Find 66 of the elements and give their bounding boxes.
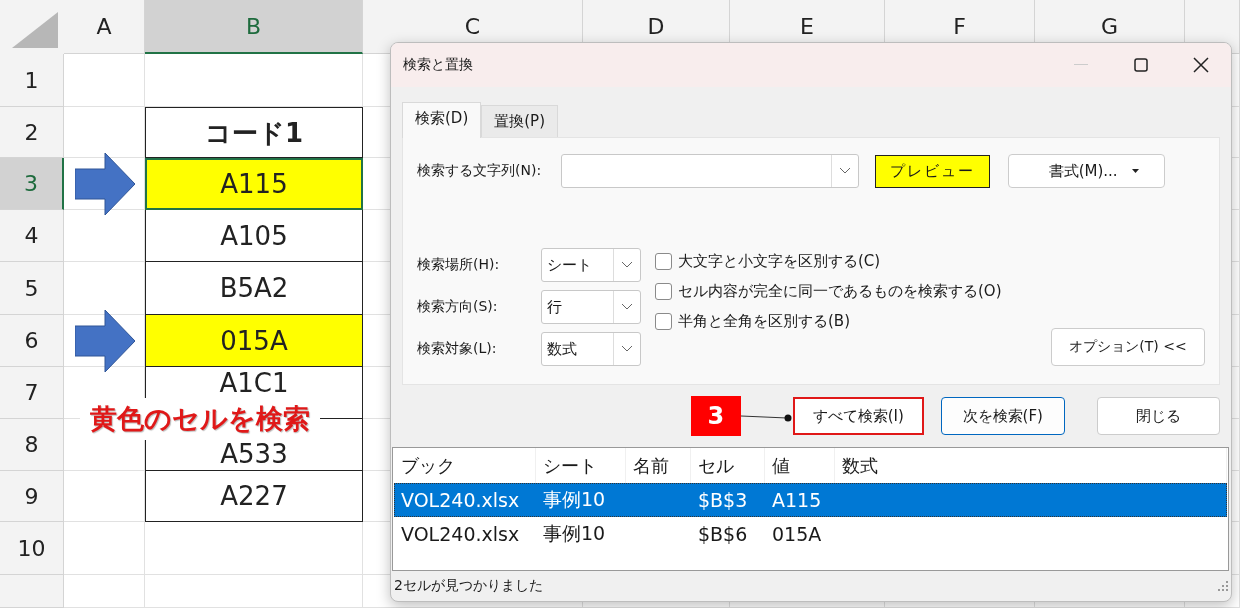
result-row[interactable]: VOL240.xlsx 事例10 $B$3 A115: [394, 483, 1227, 517]
table-cell-text: 015A: [771, 523, 823, 545]
field-label: 検索対象(L):: [417, 340, 498, 358]
row-header[interactable]: 1: [0, 54, 64, 107]
row-header[interactable]: 5: [0, 262, 64, 315]
step-badge: 3: [691, 396, 741, 436]
chevron-down-icon: [622, 346, 632, 352]
row-header[interactable]: 4: [0, 210, 64, 262]
minimize-icon[interactable]: [1074, 64, 1088, 66]
row-header[interactable]: 2: [0, 107, 64, 158]
dialog-button[interactable]: すべて検索(I): [792, 397, 924, 435]
table-cell-text: VOL240.xlsx: [400, 523, 521, 545]
table-cell: B5A2: [145, 262, 363, 315]
format-preview: プレビュー: [875, 154, 991, 188]
result-row[interactable]: VOL240.xlsx 事例10 $B$6 015A: [394, 517, 1227, 551]
chevron-down-icon: [840, 168, 851, 174]
status-text: 2セルが見つかりました: [394, 577, 543, 595]
table-cell: 015A: [145, 315, 363, 367]
checkbox-label: 大文字と小文字を区別する(C): [678, 252, 881, 271]
dropdown[interactable]: シート: [541, 248, 641, 282]
dropdown[interactable]: 行: [541, 290, 641, 324]
search-field[interactable]: [561, 154, 860, 188]
row-header[interactable]: 10: [0, 522, 64, 575]
table-cell-text: $B$6: [697, 523, 749, 545]
row-header[interactable]: 6: [0, 315, 64, 367]
checkbox[interactable]: [655, 313, 672, 330]
column-header[interactable]: B: [145, 0, 363, 54]
dropdown[interactable]: 数式: [541, 332, 641, 366]
table-cell: A105: [145, 210, 363, 262]
row-header[interactable]: [0, 575, 64, 608]
format-button[interactable]: 書式(M)...: [1008, 154, 1166, 188]
table-cell: A115: [145, 158, 363, 210]
row-header[interactable]: 9: [0, 471, 64, 522]
chevron-down-icon: [622, 262, 632, 268]
table-cell-text: 事例10: [542, 487, 607, 512]
options-button[interactable]: オプション(T) <<: [1051, 328, 1205, 366]
table-cell: A227: [145, 471, 363, 522]
checkbox[interactable]: [655, 283, 672, 300]
checkbox[interactable]: [655, 253, 672, 270]
tab[interactable]: 検索(D): [402, 102, 482, 138]
chevron-down-icon: [622, 304, 632, 310]
checkbox-label: 半角と全角を区別する(B): [678, 312, 850, 331]
row-header[interactable]: 7: [0, 367, 64, 419]
close-icon[interactable]: [1193, 57, 1209, 73]
caret-icon: [1131, 169, 1139, 173]
resize-grip-icon[interactable]: [1218, 581, 1228, 591]
field-label: 検索する文字列(N):: [417, 162, 542, 180]
table-cell-text: VOL240.xlsx: [400, 489, 521, 511]
window-title: 検索と置換: [403, 56, 474, 74]
select-all-icon[interactable]: [12, 12, 58, 48]
field-label: 検索方向(S):: [417, 298, 499, 316]
row-header[interactable]: 3: [0, 158, 64, 210]
maximize-icon[interactable]: [1134, 58, 1148, 72]
dialog-button[interactable]: 閉じる: [1096, 397, 1220, 435]
row-header[interactable]: 8: [0, 419, 64, 471]
table-cell-text: A115: [771, 489, 823, 511]
table-cell-text: $B$3: [697, 489, 749, 511]
column-header[interactable]: A: [64, 0, 145, 54]
checkbox-label: セル内容が完全に同一であるものを検索する(O): [678, 282, 1002, 301]
table-cell: コード1: [145, 107, 363, 158]
dialog-button[interactable]: 次を検索(F): [941, 397, 1065, 435]
table-cell-text: 事例10: [542, 521, 607, 546]
callout-label: 黄色のセルを検索: [80, 398, 320, 440]
tab[interactable]: 置換(P): [481, 105, 558, 137]
field-label: 検索場所(H):: [417, 256, 501, 274]
leader-line: [740, 414, 793, 422]
